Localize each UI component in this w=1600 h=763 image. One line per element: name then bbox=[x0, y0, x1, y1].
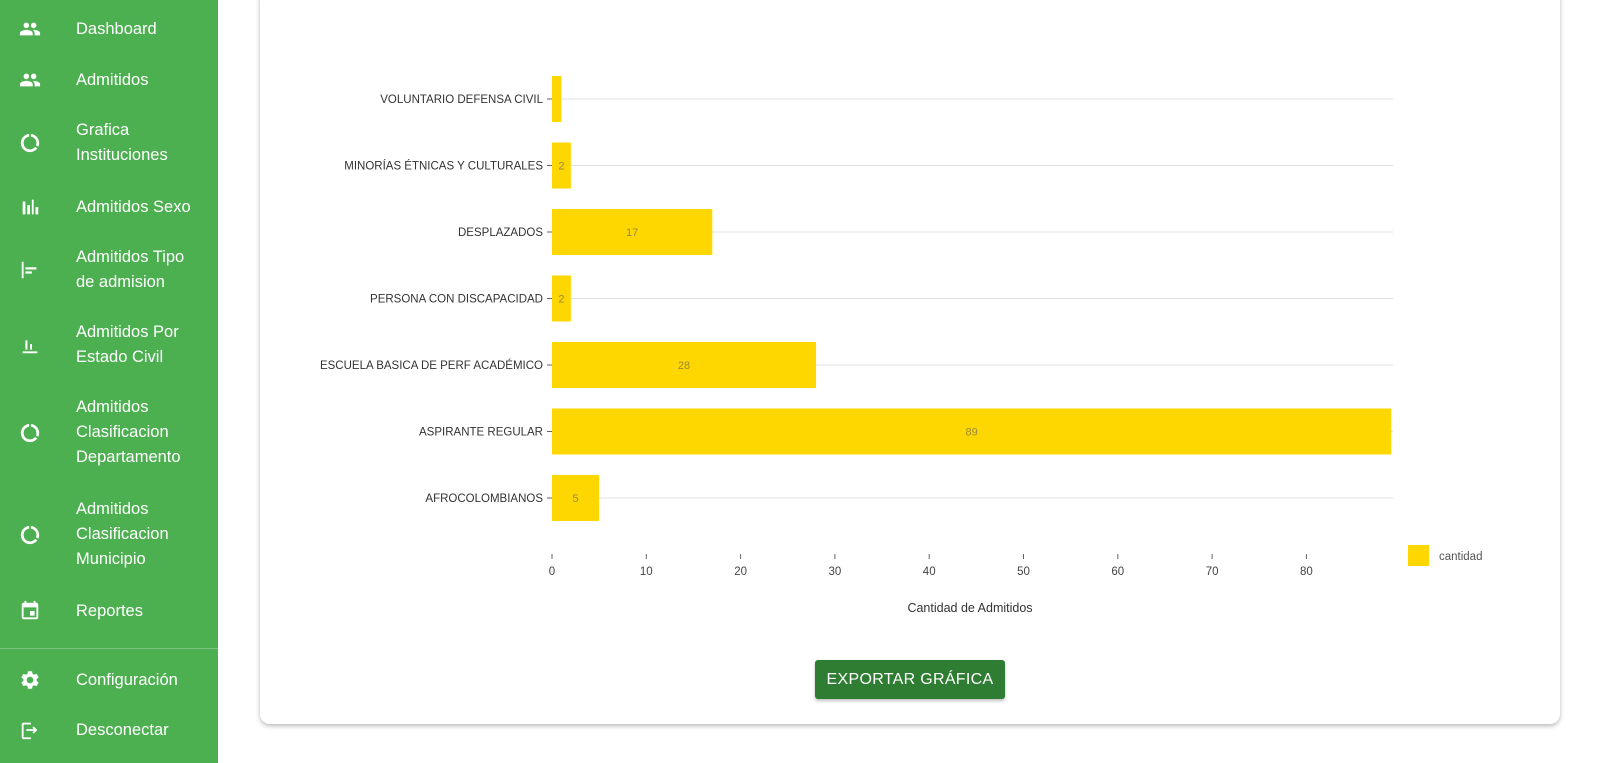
chart-card: VOLUNTARIO DEFENSA CIVIL MINORÍAS ÉTNICAS… bbox=[260, 0, 1560, 724]
donut-icon bbox=[18, 523, 42, 547]
bar-data-label: 2 bbox=[558, 161, 564, 173]
x-tick-label: 80 bbox=[1300, 566, 1313, 578]
sidebar-item-desconectar[interactable]: Desconectar bbox=[0, 714, 218, 748]
x-tick-label: 0 bbox=[549, 566, 555, 578]
people-icon bbox=[18, 68, 42, 92]
x-tick-label: 10 bbox=[640, 566, 653, 578]
sidebar-item-admitidos-tipo-de-admision[interactable]: Admitidos Tipo de admision bbox=[0, 241, 218, 301]
sidebar-item-configuración[interactable]: Configuración bbox=[0, 664, 218, 698]
donut-icon bbox=[18, 131, 42, 155]
sidebar-item-admitidos-clasificacion-municipio[interactable]: Admitidos Clasificacion Municipio bbox=[0, 493, 218, 579]
horizontal-bar-chart: VOLUNTARIO DEFENSA CIVIL MINORÍAS ÉTNICAS… bbox=[320, 76, 1482, 615]
category-label: ESCUELA BASICA DE PERF ACADÉMICO bbox=[320, 359, 543, 372]
export-chart-button[interactable]: EXPORTAR GRÁFICA bbox=[815, 660, 1005, 699]
legend-swatch bbox=[1408, 545, 1429, 566]
sidebar-item-label: Admitidos Sexo bbox=[76, 198, 191, 216]
category-label: VOLUNTARIO DEFENSA CIVIL bbox=[380, 94, 543, 106]
category-label: MINORÍAS ÉTNICAS Y CULTURALES bbox=[344, 160, 543, 173]
sidebar-item-label: Desconectar bbox=[76, 721, 169, 739]
logout-icon bbox=[18, 718, 42, 742]
bar-data-label: 89 bbox=[966, 427, 978, 439]
x-tick-label: 30 bbox=[829, 566, 842, 578]
bar-chart-underline-icon bbox=[18, 333, 42, 357]
sidebar: Dashboard Admitidos Grafica Instituciones A… bbox=[0, 0, 218, 763]
sidebar-item-label: Admitidos Clasificacion Municipio bbox=[76, 500, 169, 568]
sidebar-item-label: Admitidos Tipo de admision bbox=[76, 248, 185, 291]
bar-data-label: 5 bbox=[573, 493, 579, 505]
donut-icon bbox=[18, 421, 42, 445]
sidebar-item-admitidos[interactable]: Admitidos bbox=[0, 64, 218, 98]
sidebar-item-admitidos-por-estado-civil[interactable]: Admitidos Por Estado Civil bbox=[0, 316, 218, 376]
bar-data-label: 2 bbox=[558, 294, 564, 306]
sidebar-item-grafica-instituciones[interactable]: Grafica Instituciones bbox=[0, 114, 218, 174]
gear-icon bbox=[18, 668, 42, 692]
sidebar-item-label: Admitidos Por Estado Civil bbox=[76, 323, 179, 366]
bar-data-label: 17 bbox=[626, 227, 638, 239]
sidebar-item-label: Configuración bbox=[76, 671, 178, 689]
calendar-icon bbox=[18, 599, 42, 623]
bar bbox=[552, 76, 562, 122]
sidebar-item-label: Admitidos Clasificacion Departamento bbox=[76, 398, 181, 466]
sidebar-item-admitidos-sexo[interactable]: Admitidos Sexo bbox=[0, 191, 218, 225]
sidebar-item-admitidos-clasificacion-departamento[interactable]: Admitidos Clasificacion Departamento bbox=[0, 391, 218, 477]
bar-data-label: 28 bbox=[678, 360, 690, 372]
sidebar-item-label: Grafica Instituciones bbox=[76, 121, 168, 164]
category-label: PERSONA CON DISCAPACIDAD bbox=[370, 294, 543, 306]
category-label: ASPIRANTE REGULAR bbox=[419, 427, 543, 439]
sidebar-item-dashboard[interactable]: Dashboard bbox=[0, 13, 218, 47]
sidebar-item-reportes[interactable]: Reportes bbox=[0, 595, 218, 629]
x-tick-label: 20 bbox=[734, 566, 747, 578]
people-icon bbox=[18, 17, 42, 41]
category-label: DESPLAZADOS bbox=[458, 227, 543, 239]
x-tick-label: 50 bbox=[1017, 566, 1030, 578]
sidebar-item-label: Reportes bbox=[76, 602, 143, 620]
sidebar-item-label: Admitidos bbox=[76, 71, 149, 89]
category-label: AFROCOLOMBIANOS bbox=[425, 493, 543, 505]
x-tick-label: 70 bbox=[1206, 566, 1219, 578]
sidebar-divider bbox=[0, 648, 218, 649]
legend-label: cantidad bbox=[1439, 551, 1482, 563]
sidebar-item-label: Dashboard bbox=[76, 20, 157, 38]
x-tick-label: 40 bbox=[923, 566, 936, 578]
x-axis-title: Cantidad de Admitidos bbox=[907, 601, 1032, 615]
align-left-icon bbox=[18, 258, 42, 282]
x-tick-label: 60 bbox=[1111, 566, 1124, 578]
bar-chart-icon bbox=[18, 195, 42, 219]
